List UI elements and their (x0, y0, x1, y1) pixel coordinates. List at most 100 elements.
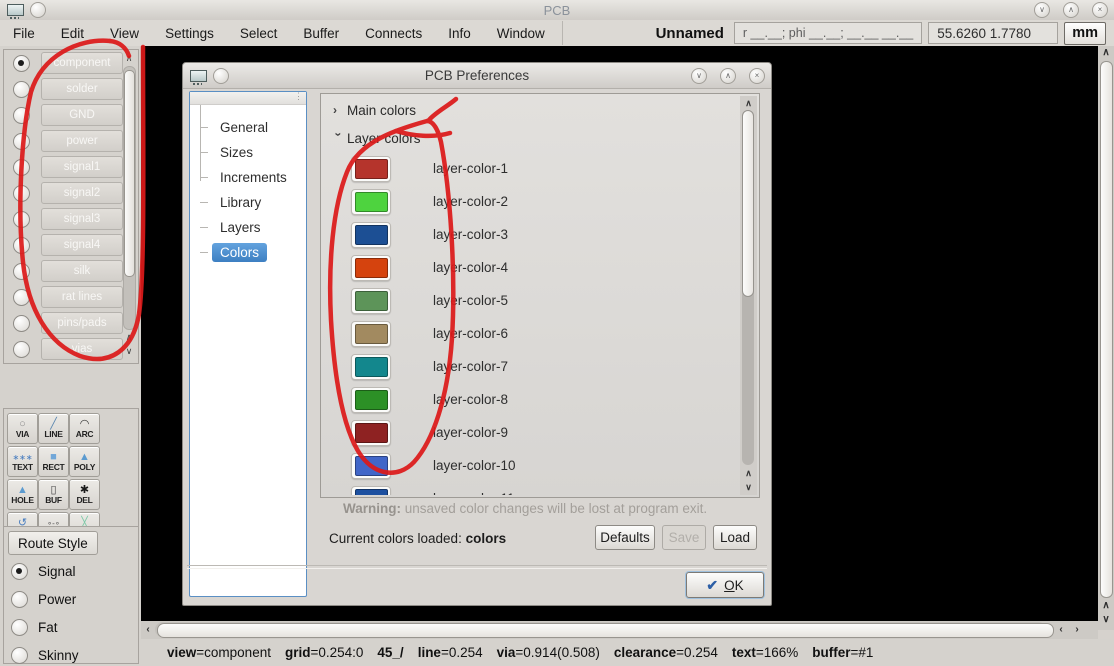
layer-visibility-radio[interactable] (13, 55, 30, 72)
tool-text-button[interactable]: ∗∗∗ TEXT (7, 446, 38, 477)
route-style-option-signal[interactable]: Signal (4, 557, 138, 585)
layer-visibility-radio[interactable] (13, 237, 30, 254)
layer-visibility-radio[interactable] (13, 133, 30, 150)
layer-visibility-radio[interactable] (13, 81, 30, 98)
menu-item-info[interactable]: Info (435, 20, 484, 46)
tool-del-button[interactable]: ✱ DEL (69, 479, 100, 510)
color-swatch-button[interactable] (351, 354, 391, 380)
menu-item-settings[interactable]: Settings (152, 20, 227, 46)
route-style-button[interactable]: Route Style (8, 531, 98, 555)
layer-button[interactable]: power (41, 130, 123, 152)
menu-item-edit[interactable]: Edit (48, 20, 97, 46)
category-item-library[interactable]: Library (190, 190, 306, 215)
scroll-down-icon[interactable]: ∨ (740, 480, 757, 494)
category-item-colors[interactable]: Colors (190, 240, 306, 265)
category-item-general[interactable]: General (190, 115, 306, 140)
dialog-minimize-icon[interactable]: ∨ (691, 68, 707, 84)
layer-list-scrollbar[interactable]: ∧ ∧ ∨ (122, 52, 136, 358)
color-swatch-button[interactable] (351, 189, 391, 215)
layer-button[interactable]: GND (41, 104, 123, 126)
scroll-up-icon[interactable]: ∧ (740, 96, 757, 110)
layer-visibility-radio[interactable] (13, 211, 30, 228)
menu-item-window[interactable]: Window (484, 20, 558, 46)
units-toggle-button[interactable]: mm (1064, 22, 1106, 45)
route-style-radio[interactable] (11, 591, 28, 608)
route-style-option-skinny[interactable]: Skinny (4, 641, 138, 666)
tool-rect-button[interactable]: ■ RECT (38, 446, 69, 477)
route-style-radio[interactable] (11, 619, 28, 636)
scroll-thumb[interactable] (742, 110, 754, 297)
route-style-radio[interactable] (11, 563, 28, 580)
layer-button[interactable]: vias (41, 338, 123, 360)
tool-buf-button[interactable]: ▯ BUF (38, 479, 69, 510)
layer-button[interactable]: silk (41, 260, 123, 282)
scroll-up-icon[interactable]: ∧ (122, 52, 136, 65)
scroll-right-icon[interactable]: › (1070, 623, 1084, 637)
ok-button[interactable]: ✔ OK (686, 572, 764, 598)
menu-item-connects[interactable]: Connects (352, 20, 435, 46)
color-swatch-button[interactable] (351, 255, 391, 281)
scroll-thumb[interactable] (157, 623, 1054, 638)
scroll-down-icon[interactable]: ∨ (122, 345, 136, 358)
menu-item-view[interactable]: View (97, 20, 152, 46)
route-style-radio[interactable] (11, 647, 28, 664)
layer-colors-expander[interactable]: › Layer colors (323, 124, 741, 152)
layer-button[interactable]: solder (41, 78, 123, 100)
defaults-button[interactable]: Defaults (595, 525, 655, 550)
route-style-option-fat[interactable]: Fat (4, 613, 138, 641)
scroll-up-icon[interactable]: ∧ (1099, 46, 1113, 60)
layer-visibility-radio[interactable] (13, 315, 30, 332)
scroll-up-icon[interactable]: ∧ (740, 466, 757, 480)
layer-button[interactable]: rat lines (41, 286, 123, 308)
dialog-maximize-icon[interactable]: ∧ (720, 68, 736, 84)
layer-button[interactable]: signal2 (41, 182, 123, 204)
tool-hole-button[interactable]: ▲ HOLE (7, 479, 38, 510)
layer-button[interactable]: signal4 (41, 234, 123, 256)
tool-via-button[interactable]: ○ VIA (7, 413, 38, 444)
color-swatch-button[interactable] (351, 222, 391, 248)
load-button[interactable]: Load (713, 525, 757, 550)
minimize-icon[interactable]: ∨ (1034, 2, 1050, 18)
color-swatch-button[interactable] (351, 453, 391, 479)
layer-visibility-radio[interactable] (13, 263, 30, 280)
color-swatch-button[interactable] (351, 387, 391, 413)
category-item-sizes[interactable]: Sizes (190, 140, 306, 165)
color-panel-scrollbar[interactable]: ∧ ∧ ∨ (740, 96, 757, 495)
layer-visibility-radio[interactable] (13, 159, 30, 176)
menu-item-buffer[interactable]: Buffer (290, 20, 352, 46)
scroll-left-icon[interactable]: ‹ (141, 623, 155, 637)
close-icon[interactable]: × (1092, 2, 1108, 18)
layer-visibility-radio[interactable] (13, 341, 30, 358)
route-style-option-power[interactable]: Power (4, 585, 138, 613)
category-item-layers[interactable]: Layers (190, 215, 306, 240)
color-swatch-button[interactable] (351, 156, 391, 182)
dialog-close-icon[interactable]: × (749, 68, 765, 84)
color-swatch-button[interactable] (351, 321, 391, 347)
canvas-vertical-scrollbar[interactable]: ∧ ∧ ∨ (1098, 46, 1114, 630)
scroll-up-icon[interactable]: ∧ (1099, 599, 1113, 613)
scroll-left-icon[interactable]: ‹ (1054, 623, 1068, 637)
color-swatch-button[interactable] (351, 486, 391, 496)
menu-item-file[interactable]: File (0, 20, 48, 46)
main-colors-expander[interactable]: › Main colors (323, 96, 741, 124)
canvas-horizontal-scrollbar[interactable]: ‹ ‹ › (141, 621, 1098, 639)
scroll-thumb[interactable] (124, 70, 135, 277)
layer-visibility-radio[interactable] (13, 107, 30, 124)
scroll-up-icon[interactable]: ∧ (122, 331, 136, 344)
layer-button[interactable]: signal3 (41, 208, 123, 230)
layer-button[interactable]: signal1 (41, 156, 123, 178)
scroll-down-icon[interactable]: ∨ (1099, 613, 1113, 627)
scroll-thumb[interactable] (1100, 61, 1113, 598)
layer-visibility-radio[interactable] (13, 289, 30, 306)
color-swatch-button[interactable] (351, 288, 391, 314)
category-item-increments[interactable]: Increments (190, 165, 306, 190)
layer-visibility-radio[interactable] (13, 185, 30, 202)
scroll-track[interactable] (742, 110, 754, 465)
menu-item-select[interactable]: Select (227, 20, 291, 46)
color-swatch-button[interactable] (351, 420, 391, 446)
tool-poly-button[interactable]: ▲ POLY (69, 446, 100, 477)
tool-arc-button[interactable]: ◠ ARC (69, 413, 100, 444)
maximize-icon[interactable]: ∧ (1063, 2, 1079, 18)
tool-line-button[interactable]: ╱ LINE (38, 413, 69, 444)
layer-button[interactable]: pins/pads (41, 312, 123, 334)
